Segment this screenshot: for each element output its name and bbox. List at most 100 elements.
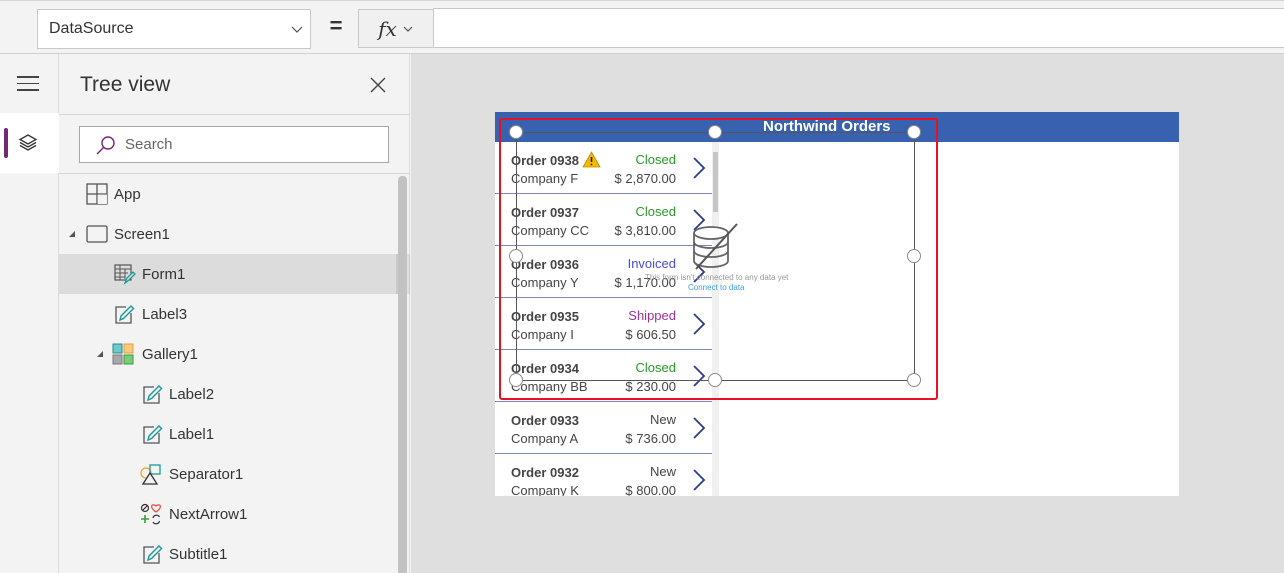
layers-icon bbox=[18, 134, 38, 151]
tree-item-form1[interactable]: Form1 bbox=[59, 254, 399, 294]
tree-list: App Screen1 Form1 Label3 Gallery1 Label2… bbox=[59, 174, 399, 573]
tree-view-tab[interactable] bbox=[0, 113, 59, 173]
resize-handle-right[interactable] bbox=[907, 249, 921, 263]
gallery-icon bbox=[112, 343, 134, 365]
company-name: Company K bbox=[511, 483, 579, 496]
active-indicator bbox=[4, 128, 8, 158]
order-status: Shipped bbox=[628, 308, 676, 323]
property-dropdown[interactable]: DataSource bbox=[37, 9, 311, 49]
gallery-row[interactable]: Order 0936 Company Y Invoiced $ 1,170.00 bbox=[495, 246, 712, 298]
property-dropdown-value: DataSource bbox=[49, 20, 134, 37]
resize-handle-bottom-left[interactable] bbox=[509, 373, 523, 387]
tree-item-label: Label1 bbox=[169, 425, 215, 443]
next-arrow-icon[interactable] bbox=[692, 416, 706, 440]
formula-input[interactable] bbox=[433, 8, 1284, 48]
order-status: Invoiced bbox=[627, 256, 676, 271]
next-arrow-icon[interactable] bbox=[692, 156, 706, 180]
connect-to-data-link[interactable]: Connect to data bbox=[688, 283, 744, 292]
formula-bar: DataSource = fx bbox=[0, 0, 1284, 54]
company-name: Company Y bbox=[511, 275, 579, 290]
order-amount: $ 606.50 bbox=[625, 327, 676, 342]
tree-item-label3[interactable]: Label3 bbox=[59, 294, 399, 334]
gallery-scroll-thumb[interactable] bbox=[713, 152, 718, 212]
tree-item-label: Label3 bbox=[142, 305, 188, 323]
order-status: Closed bbox=[635, 204, 676, 219]
fx-button[interactable]: fx bbox=[358, 9, 434, 48]
order-number: Order 0937 bbox=[511, 205, 579, 220]
gallery-row[interactable]: Order 0938 Company F Closed $ 2,870.00 bbox=[495, 142, 712, 194]
next-arrow-icon[interactable] bbox=[692, 312, 706, 336]
collapse-caret-icon[interactable] bbox=[96, 350, 104, 358]
tree-scrollbar[interactable] bbox=[398, 176, 407, 573]
tree-view-title: Tree view bbox=[80, 73, 171, 96]
tree-search-box[interactable] bbox=[79, 126, 389, 163]
tree-item-label: NextArrow1 bbox=[169, 505, 248, 523]
resize-handle-bottom-right[interactable] bbox=[907, 373, 921, 387]
resize-handle-bottom[interactable] bbox=[708, 373, 722, 387]
chevron-down-icon bbox=[291, 26, 303, 33]
order-number: Order 0933 bbox=[511, 413, 579, 428]
shapes-icon bbox=[140, 464, 161, 485]
collapse-caret-icon[interactable] bbox=[68, 230, 76, 238]
company-name: Company A bbox=[511, 431, 579, 446]
tree-search-input[interactable] bbox=[125, 136, 375, 153]
divider bbox=[59, 114, 410, 115]
app-title: Northwind Orders bbox=[763, 118, 891, 135]
gallery-row[interactable]: Order 0937 Company CC Closed $ 3,810.00 bbox=[495, 194, 712, 246]
order-amount: $ 736.00 bbox=[625, 431, 676, 446]
form-icon bbox=[114, 264, 136, 285]
order-amount: $ 3,810.00 bbox=[614, 223, 676, 238]
tree-item-label: App bbox=[114, 185, 141, 203]
tree-item-separator1[interactable]: Separator1 bbox=[59, 454, 399, 494]
order-amount: $ 230.00 bbox=[625, 379, 676, 394]
order-number: Order 0935 bbox=[511, 309, 579, 324]
tree-item-app[interactable]: App bbox=[59, 174, 399, 214]
next-arrow-icon[interactable] bbox=[692, 468, 706, 492]
gallery-scrollbar[interactable] bbox=[712, 142, 719, 496]
label-icon bbox=[115, 305, 135, 324]
close-icon[interactable] bbox=[369, 76, 387, 94]
resize-handle-top-right[interactable] bbox=[907, 125, 921, 139]
app-header: Northwind Orders bbox=[495, 112, 1179, 142]
order-status: Closed bbox=[635, 360, 676, 375]
icons-icon bbox=[140, 503, 161, 525]
gallery-row[interactable]: Order 0933 Company A New $ 736.00 bbox=[495, 402, 712, 454]
app-screen[interactable]: Northwind Orders Order 0938 Company F Clos… bbox=[495, 112, 1179, 496]
tree-item-gallery1[interactable]: Gallery1 bbox=[59, 334, 399, 374]
order-amount: $ 2,870.00 bbox=[614, 171, 676, 186]
tree-item-nextarrow1[interactable]: NextArrow1 bbox=[59, 494, 399, 534]
label-icon bbox=[143, 385, 163, 404]
next-arrow-icon[interactable] bbox=[692, 364, 706, 388]
warning-icon[interactable] bbox=[582, 151, 601, 168]
gallery-row[interactable]: Order 0932 Company K New $ 800.00 bbox=[495, 454, 712, 496]
tree-item-screen1[interactable]: Screen1 bbox=[59, 214, 399, 254]
hamburger-icon[interactable] bbox=[17, 76, 39, 92]
app-icon bbox=[86, 183, 108, 205]
search-icon bbox=[96, 135, 115, 154]
order-status: New bbox=[649, 412, 676, 427]
tree-item-label: Screen1 bbox=[114, 225, 170, 243]
tree-item-label1[interactable]: Label1 bbox=[59, 414, 399, 454]
order-amount: $ 800.00 bbox=[625, 483, 676, 496]
resize-handle-top[interactable] bbox=[708, 125, 722, 139]
company-name: Company I bbox=[511, 327, 574, 342]
chevron-down-icon bbox=[403, 26, 413, 32]
order-number: Order 0938 bbox=[511, 153, 579, 168]
order-number: Order 0934 bbox=[511, 361, 579, 376]
tree-item-label: Label2 bbox=[169, 385, 215, 403]
resize-handle-top-left[interactable] bbox=[509, 125, 523, 139]
tree-item-label2[interactable]: Label2 bbox=[59, 374, 399, 414]
company-name: Company CC bbox=[511, 223, 590, 238]
gallery-row[interactable]: Order 0934 Company BB Closed $ 230.00 bbox=[495, 350, 712, 402]
tree-item-label: Separator1 bbox=[169, 465, 244, 483]
gallery-row[interactable]: Order 0935 Company I Shipped $ 606.50 bbox=[495, 298, 712, 350]
label-icon bbox=[143, 545, 163, 564]
tree-item-label: Gallery1 bbox=[142, 345, 198, 363]
design-canvas: Northwind Orders Order 0938 Company F Clos… bbox=[411, 54, 1284, 573]
screen-icon bbox=[86, 225, 108, 243]
resize-handle-left[interactable] bbox=[509, 249, 523, 263]
order-number: Order 0932 bbox=[511, 465, 579, 480]
tree-item-subtitle1[interactable]: Subtitle1 bbox=[59, 534, 399, 573]
orders-gallery[interactable]: Order 0938 Company F Closed $ 2,870.00 Order… bbox=[495, 142, 719, 496]
tree-view-panel: Tree view App Screen1 bbox=[59, 54, 410, 573]
